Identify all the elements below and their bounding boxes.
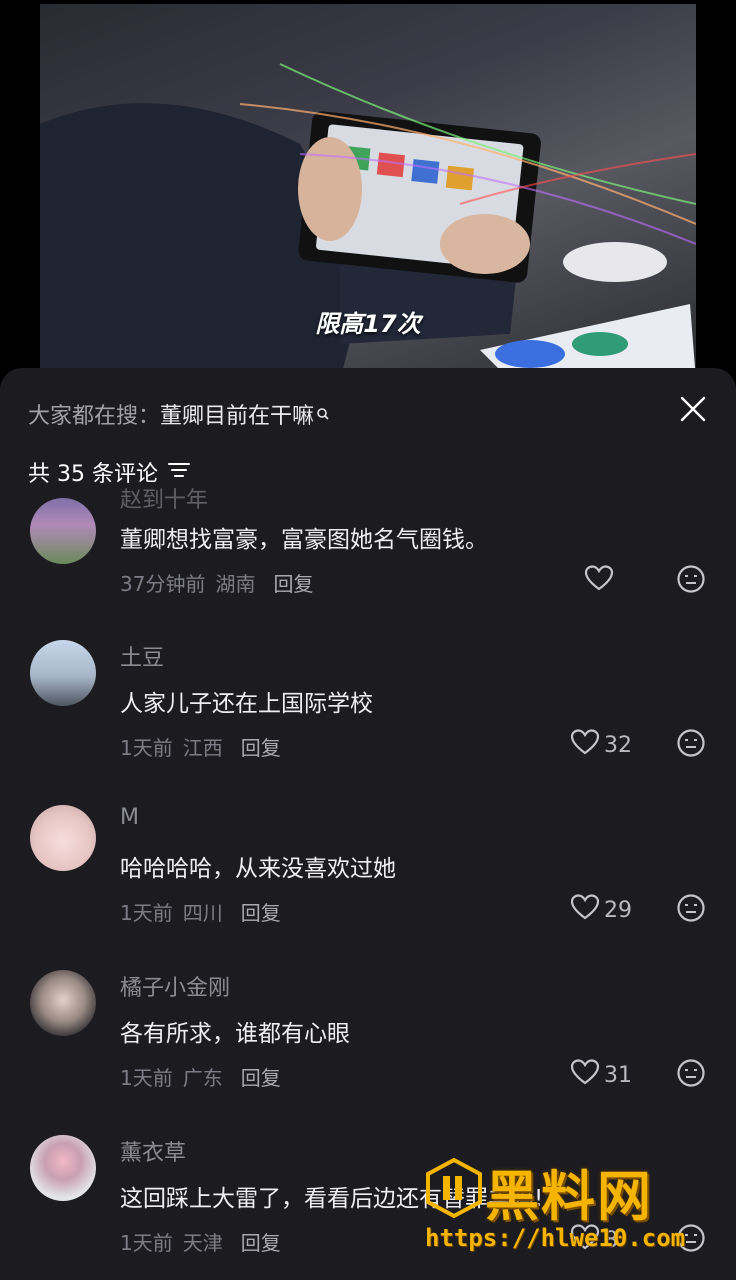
reply-button[interactable]: 回复 (241, 901, 281, 925)
comment-meta: 1天前 四川 回复 (120, 897, 281, 926)
comment-text: 董卿想找富豪，富豪图她名气圈钱。 (120, 527, 488, 553)
close-icon[interactable] (678, 394, 708, 424)
comment-meta: 1天前 广东 回复 (120, 1062, 281, 1091)
reply-button[interactable]: 回复 (241, 1231, 281, 1255)
like-button[interactable]: 29 (570, 893, 632, 927)
trending-search[interactable]: 大家都在搜： 董卿目前在干嘛 (28, 398, 330, 430)
video-caption: 限高17次 (315, 310, 421, 338)
comment-time: 1天前 (120, 901, 173, 925)
watermark: 黑料网 https://hlwe10.com (425, 1150, 725, 1260)
comment-author[interactable]: M (120, 805, 139, 830)
avatar[interactable] (30, 970, 96, 1036)
comment-item: M 哈哈哈哈，从来没喜欢过她 1天前 四川 回复 29 (0, 805, 736, 970)
comment-item: 土豆 人家儿子还在上国际学校 1天前 江西 回复 32 (0, 640, 736, 805)
comment-region: 天津 (182, 1231, 223, 1255)
dislike-face-icon[interactable] (676, 728, 706, 762)
reply-button[interactable]: 回复 (241, 736, 281, 760)
comment-region: 四川 (182, 901, 223, 925)
comment-item: 赵到十年 董卿想找富豪，富豪图她名气圈钱。 37分钟前 湖南 回复 (0, 478, 736, 643)
like-count: 31 (604, 1062, 632, 1088)
comment-time: 1天前 (120, 1066, 173, 1090)
heart-icon[interactable] (584, 564, 614, 598)
comment-text: 哈哈哈哈，从来没喜欢过她 (120, 856, 396, 882)
comment-author[interactable]: 赵到十年 (120, 482, 208, 514)
comment-text: 人家儿子还在上国际学校 (120, 691, 373, 717)
dislike-face-icon[interactable] (676, 893, 706, 927)
comment-time: 37分钟前 (120, 572, 206, 596)
comment-meta: 37分钟前 湖南 回复 (120, 568, 313, 597)
comment-sheet: 大家都在搜： 董卿目前在干嘛 共 35 条评论 赵到十年 董卿想找富豪，富豪图她… (0, 368, 736, 1280)
heart-icon[interactable] (570, 893, 600, 927)
heart-icon[interactable] (570, 1058, 600, 1092)
like-count: 32 (604, 732, 632, 758)
avatar[interactable] (30, 805, 96, 871)
like-button[interactable] (584, 564, 614, 598)
reply-button[interactable]: 回复 (241, 1066, 281, 1090)
search-term[interactable]: 董卿目前在干嘛 (160, 398, 314, 430)
comment-region: 广东 (182, 1066, 223, 1090)
comment-author[interactable]: 薰衣草 (120, 1135, 186, 1167)
comment-item: 橘子小金刚 各有所求，谁都有心眼 1天前 广东 回复 31 (0, 970, 736, 1135)
reply-button[interactable]: 回复 (273, 572, 313, 596)
comment-author[interactable]: 橘子小金刚 (120, 970, 230, 1002)
like-count: 29 (604, 897, 632, 923)
comment-text: 各有所求，谁都有心眼 (120, 1021, 350, 1047)
heart-icon[interactable] (570, 728, 600, 762)
avatar[interactable] (30, 498, 96, 564)
comment-region: 湖南 (215, 572, 256, 596)
comment-author[interactable]: 土豆 (120, 640, 164, 672)
avatar[interactable] (30, 1135, 96, 1201)
comment-time: 1天前 (120, 736, 173, 760)
video-area[interactable]: 限高17次 (0, 0, 736, 380)
watermark-logo-icon (426, 1158, 482, 1218)
search-icon[interactable] (316, 402, 330, 427)
search-prefix: 大家都在搜： (28, 404, 161, 429)
comment-meta: 1天前 江西 回复 (120, 732, 281, 761)
comment-region: 江西 (182, 736, 223, 760)
like-button[interactable]: 31 (570, 1058, 632, 1092)
watermark-url: https://hlwe10.com (425, 1224, 686, 1252)
video-frame[interactable]: 限高17次 (40, 4, 696, 380)
like-button[interactable]: 32 (570, 728, 632, 762)
dislike-face-icon[interactable] (676, 1058, 706, 1092)
comment-meta: 1天前 天津 回复 (120, 1227, 281, 1256)
comment-time: 1天前 (120, 1231, 173, 1255)
watermark-title: 黑料网 (485, 1165, 653, 1228)
dislike-face-icon[interactable] (676, 564, 706, 598)
avatar[interactable] (30, 640, 96, 706)
